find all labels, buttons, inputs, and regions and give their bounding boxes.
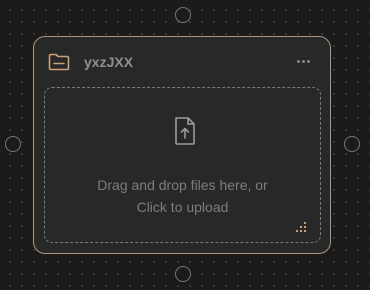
connection-handle-left[interactable] (5, 136, 21, 152)
file-upload-node[interactable]: yxzJXX Drag and drop files here, or Clic… (33, 36, 331, 254)
connection-handle-bottom[interactable] (175, 266, 191, 282)
click-to-upload-link[interactable]: Click to upload (45, 196, 320, 218)
node-title: yxzJXX (84, 54, 134, 70)
dropzone-line-drag: Drag and drop files here, or (97, 177, 268, 193)
resize-grip-icon[interactable] (294, 220, 308, 232)
more-options-icon[interactable] (292, 51, 316, 71)
folder-icon (48, 53, 70, 71)
connection-handle-top[interactable] (175, 7, 191, 23)
upload-file-icon (173, 116, 197, 146)
connection-handle-right[interactable] (344, 136, 360, 152)
dropzone-instructions: Drag and drop files here, or Click to up… (45, 174, 320, 218)
node-header: yxzJXX (34, 37, 330, 85)
file-dropzone[interactable]: Drag and drop files here, or Click to up… (44, 87, 321, 243)
